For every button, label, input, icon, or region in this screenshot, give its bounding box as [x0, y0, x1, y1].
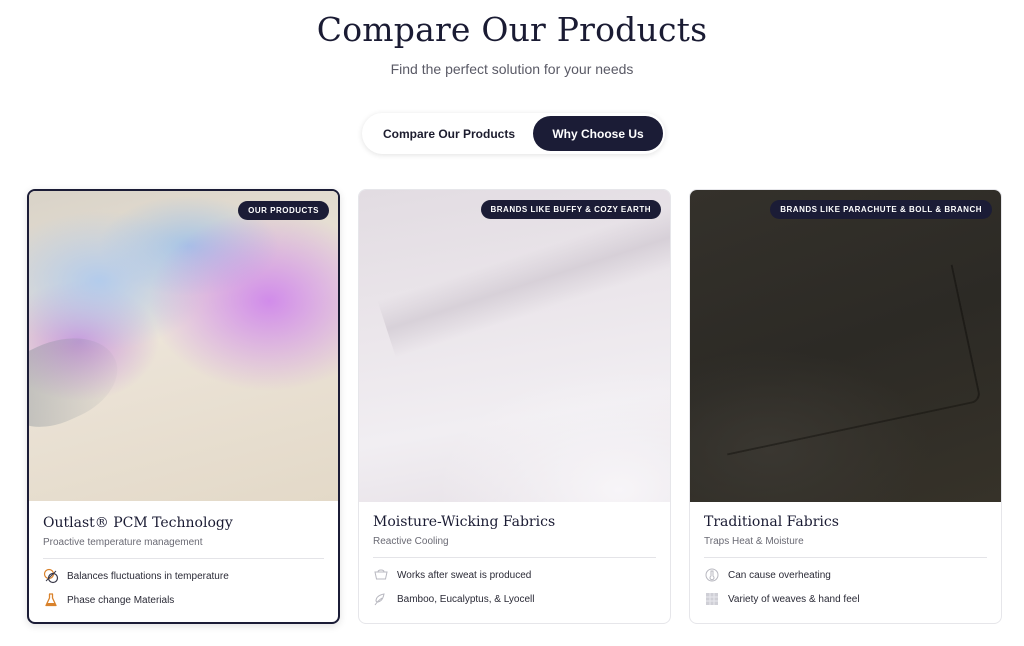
divider	[43, 558, 324, 559]
card-title: Traditional Fabrics	[704, 514, 839, 530]
tab-why-choose-us[interactable]: Why Choose Us	[533, 116, 663, 151]
feature-item: Phase change Materials	[43, 592, 324, 608]
flask-icon	[43, 592, 59, 608]
feature-text: Can cause overheating	[728, 569, 831, 581]
fabric-image-outlast	[29, 191, 338, 501]
product-card-moisture-wicking[interactable]: BRANDS LIKE BUFFY & COZY EARTH Moisture-…	[358, 189, 671, 624]
feature-item: Can cause overheating	[704, 567, 987, 583]
feature-item: Bamboo, Eucalyptus, & Lyocell	[373, 591, 656, 607]
divider	[373, 557, 656, 558]
balance-circles-icon	[43, 568, 59, 584]
leaf-icon	[373, 591, 389, 607]
feature-text: Variety of weaves & hand feel	[728, 593, 860, 605]
card-title: Outlast® PCM Technology	[43, 515, 233, 531]
feature-item: Variety of weaves & hand feel	[704, 591, 987, 607]
page-title: Compare Our Products	[316, 10, 708, 49]
card-badge: OUR PRODUCTS	[238, 201, 329, 220]
tab-compare-products[interactable]: Compare Our Products	[365, 116, 533, 151]
feature-text: Bamboo, Eucalyptus, & Lyocell	[397, 593, 535, 605]
heat-icon	[704, 567, 720, 583]
fabric-image-moisture-wicking	[359, 190, 670, 502]
fabric-image-traditional	[690, 190, 1001, 502]
page-subtitle: Find the perfect solution for your needs	[390, 61, 634, 77]
feature-text: Balances fluctuations in temperature	[67, 570, 229, 582]
product-card-traditional[interactable]: BRANDS LIKE PARACHUTE & BOLL & BRANCH Tr…	[689, 189, 1002, 624]
view-toggle: Compare Our Products Why Choose Us	[362, 113, 665, 154]
feature-item: Balances fluctuations in temperature	[43, 568, 324, 584]
card-badge: BRANDS LIKE PARACHUTE & BOLL & BRANCH	[770, 200, 992, 219]
weave-icon	[704, 591, 720, 607]
feature-text: Works after sweat is produced	[397, 569, 532, 581]
card-title: Moisture-Wicking Fabrics	[373, 514, 556, 530]
card-subtitle: Reactive Cooling	[373, 536, 449, 547]
basin-icon	[373, 567, 389, 583]
card-subtitle: Proactive temperature management	[43, 537, 203, 548]
feature-item: Works after sweat is produced	[373, 567, 656, 583]
card-badge: BRANDS LIKE BUFFY & COZY EARTH	[480, 200, 661, 219]
card-subtitle: Traps Heat & Moisture	[704, 536, 804, 547]
divider	[704, 557, 987, 558]
product-card-outlast[interactable]: OUR PRODUCTS Outlast® PCM Technology Pro…	[27, 189, 340, 624]
feature-text: Phase change Materials	[67, 594, 175, 606]
